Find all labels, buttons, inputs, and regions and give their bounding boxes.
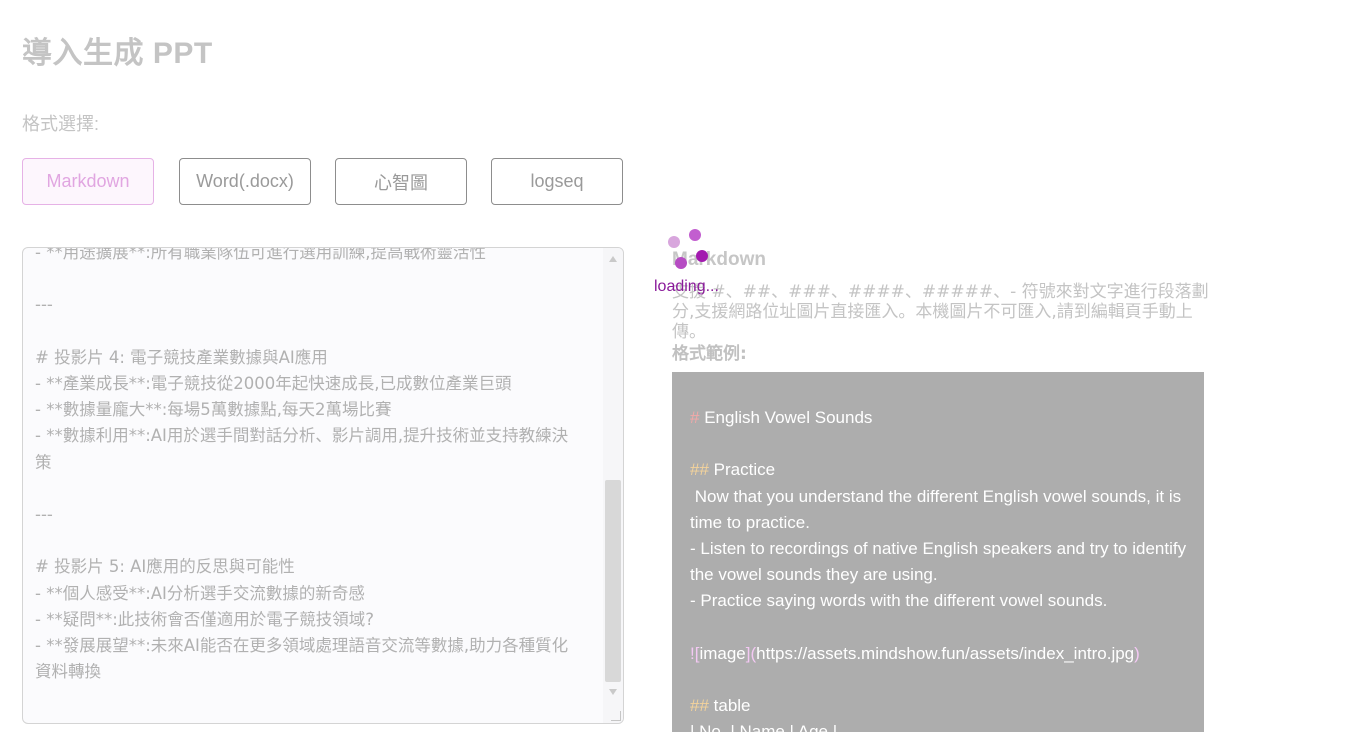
example-bullet: - Listen to recordings of native English… xyxy=(690,539,1191,585)
format-button-logseq[interactable]: logseq xyxy=(491,158,623,205)
scroll-up-arrow-icon[interactable] xyxy=(609,256,617,262)
loading-text: loading... xyxy=(654,278,719,295)
scroll-down-arrow-icon[interactable] xyxy=(609,689,617,695)
h1-text: English Vowel Sounds xyxy=(699,408,873,427)
h2-text: table xyxy=(708,696,751,716)
textarea-scrollbar[interactable] xyxy=(603,248,623,723)
editor-line: - **產業成長**:電子競技從2000年起快速成長,已成數位產業巨頭 xyxy=(35,373,512,393)
image-marker-mid: ]( xyxy=(745,643,757,663)
h2-marker: ## xyxy=(690,460,709,480)
import-ppt-page: 導入生成 PPT 格式選擇: Markdown Word(.docx) 心智圖 … xyxy=(0,0,1366,732)
editor-line: - **數據利用**:AI用於選手間對話分析、影片調用,提升技術並支持教練決 xyxy=(35,426,569,446)
format-button-mindmap[interactable]: 心智圖 xyxy=(335,158,467,205)
resize-handle-icon[interactable] xyxy=(611,711,621,721)
h2-marker: ## xyxy=(690,696,709,716)
content-textarea[interactable]: - **用途擴展**:所有職業隊伍可進行選用訓練,提高戰術靈活性 --- # 投… xyxy=(22,247,624,724)
format-example-label: 格式範例: xyxy=(672,344,747,364)
editor-line: - **數據量龐大**:每場5萬數據點,每天2萬場比賽 xyxy=(35,400,392,420)
format-example-content: # English Vowel Sounds ## Practice Now t… xyxy=(690,405,1190,732)
format-info-description: 支援 #、##、###、####、#####、- 符號來對文字進行段落劃分,支援… xyxy=(672,282,1209,342)
format-example-box: # English Vowel Sounds ## Practice Now t… xyxy=(672,372,1204,732)
editor-line: --- xyxy=(35,295,53,315)
editor-line: # 投影片 5: AI應用的反思與可能性 xyxy=(35,557,295,577)
editor-line: - **個人感受**:AI分析選手交流數據的新奇感 xyxy=(35,583,365,603)
loading-dot xyxy=(689,229,701,241)
example-table-row: | No. | Name | Age | xyxy=(690,722,838,732)
example-bullet: - Practice saying words with the differe… xyxy=(690,591,1108,611)
editor-line: - **疑問**:此技術會否僅適用於電子競技領域? xyxy=(35,609,375,629)
editor-line: - **用途擴展**:所有職業隊伍可進行選用訓練,提高戰術靈活性 xyxy=(35,247,487,262)
editor-line: - **發展展望**:未來AI能否在更多領域處理語音交流等數據,助力各種質化 xyxy=(35,635,569,655)
format-button-word[interactable]: Word(.docx) xyxy=(179,158,311,205)
scroll-thumb[interactable] xyxy=(605,480,621,682)
format-select-label: 格式選擇: xyxy=(22,114,100,134)
format-button-markdown[interactable]: Markdown xyxy=(22,158,154,205)
page-title: 導入生成 PPT xyxy=(22,37,213,70)
loading-dot xyxy=(675,257,687,269)
editor-line: --- xyxy=(35,504,53,524)
editor-line: 資料轉換 xyxy=(35,662,101,682)
h2-text: Practice xyxy=(708,460,776,480)
editor-line: 策 xyxy=(35,452,52,472)
image-marker-close: ) xyxy=(1134,643,1140,663)
loading-dot xyxy=(668,236,680,248)
editor-line: # 投影片 4: 電子競技產業數據與AI應用 xyxy=(35,347,328,367)
loading-dot xyxy=(696,250,708,262)
textarea-content[interactable]: - **用途擴展**:所有職業隊伍可進行選用訓練,提高戰術靈活性 --- # 投… xyxy=(35,247,601,685)
image-alt: image xyxy=(699,643,746,663)
example-paragraph: Now that you understand the different En… xyxy=(690,486,1186,532)
image-url: https://assets.mindshow.fun/assets/index… xyxy=(756,643,1135,663)
